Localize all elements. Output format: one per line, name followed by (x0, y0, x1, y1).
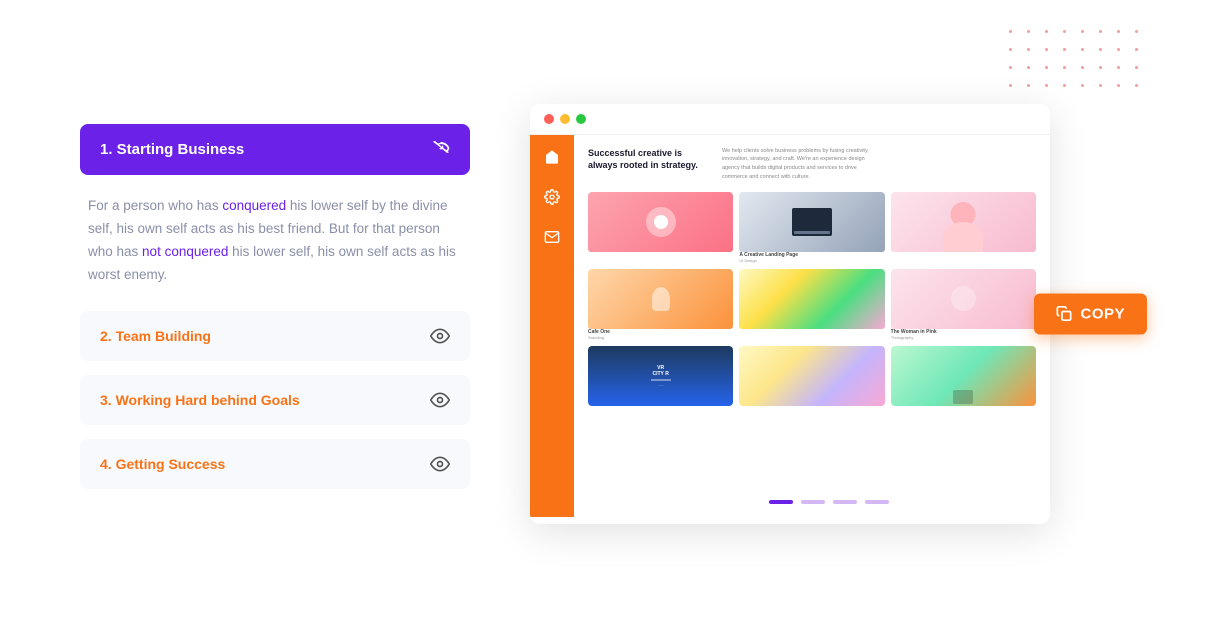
portfolio-item-3 (891, 192, 1036, 263)
accordion-item-active[interactable]: 1. Starting Business (80, 124, 470, 175)
eye-icon-3 (430, 390, 450, 410)
eye-icon-2 (430, 326, 450, 346)
accordion-title-2: 2. Team Building (100, 328, 211, 344)
website-main-content: Successful creative is always rooted in … (574, 135, 1050, 517)
nav-mail-icon (542, 227, 562, 247)
portfolio-item-2: A Creative Landing Page UI Design (739, 192, 884, 263)
copy-icon (1056, 306, 1072, 322)
portfolio-item-9 (891, 346, 1036, 406)
accordion-title-3: 3. Working Hard behind Goals (100, 392, 300, 408)
accordion-item-4[interactable]: 4. Getting Success (80, 439, 470, 489)
nav-home-icon (542, 147, 562, 167)
page-dot-3 (833, 500, 857, 504)
copy-button-label: COPY (1080, 305, 1125, 322)
accordion-body-text: For a person who has conquered his lower… (88, 195, 462, 287)
portfolio-item-1 (588, 192, 733, 263)
site-sidebar-nav (530, 135, 574, 517)
portfolio-grid: A Creative Landing Page UI Design (588, 192, 1036, 406)
site-header: Successful creative is always rooted in … (588, 147, 1036, 182)
browser-bar (530, 104, 1050, 135)
right-panel: Successful creative is always rooted in … (530, 104, 1127, 524)
portfolio-item-4: Cafe One Branding (588, 269, 733, 340)
portfolio-cat-6: Photography (891, 335, 1036, 340)
eye-icon-4 (430, 454, 450, 474)
portfolio-cat-2: UI Design (739, 258, 884, 263)
nav-gear-icon (542, 187, 562, 207)
eye-slash-icon (432, 140, 450, 159)
site-description: We help clients solve business problems … (722, 147, 882, 182)
browser-dot-green (576, 114, 586, 124)
active-accordion-title: 1. Starting Business (100, 141, 244, 158)
dot-pattern-decoration (1009, 30, 1147, 96)
accordion-item-3[interactable]: 3. Working Hard behind Goals (80, 375, 470, 425)
page-dot-2 (801, 500, 825, 504)
left-panel: 1. Starting Business For a person who ha… (80, 124, 470, 503)
accordion-item-2[interactable]: 2. Team Building (80, 311, 470, 361)
portfolio-item-5 (739, 269, 884, 340)
page-dot-4 (865, 500, 889, 504)
portfolio-item-7: VRCITY R —— (588, 346, 733, 406)
browser-mockup: Successful creative is always rooted in … (530, 104, 1050, 524)
accordion-title-4: 4. Getting Success (100, 456, 225, 472)
main-container: 1. Starting Business For a person who ha… (0, 0, 1207, 627)
browser-content: Successful creative is always rooted in … (530, 135, 1050, 517)
browser-dot-red (544, 114, 554, 124)
pagination-dots (769, 500, 889, 504)
page-dot-1 (769, 500, 793, 504)
accordion-content: For a person who has conquered his lower… (80, 175, 470, 311)
portfolio-cat-4: Branding (588, 335, 733, 340)
copy-button[interactable]: COPY (1034, 293, 1147, 334)
portfolio-item-6: The Woman in Pink Photography (891, 269, 1036, 340)
browser-dot-yellow (560, 114, 570, 124)
portfolio-item-8 (739, 346, 884, 406)
site-headline: Successful creative is always rooted in … (588, 147, 708, 182)
